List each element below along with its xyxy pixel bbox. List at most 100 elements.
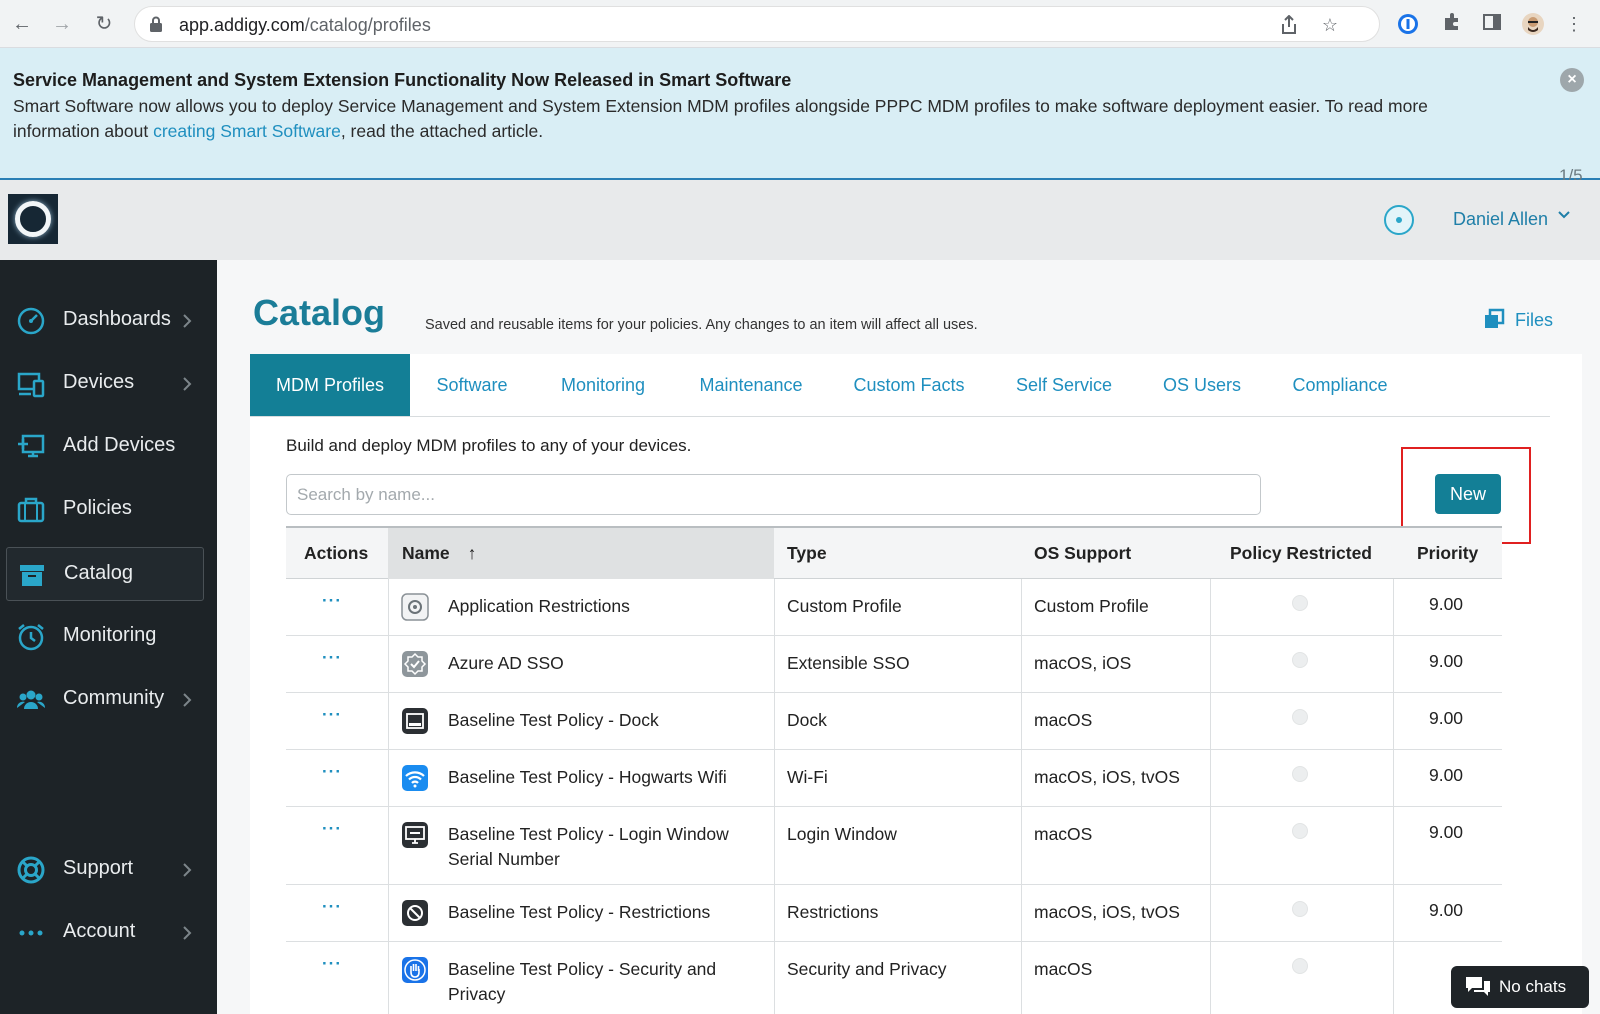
devices-icon	[17, 372, 45, 398]
dock-icon	[402, 708, 428, 734]
column-divider	[1210, 693, 1211, 749]
tab-bar: MDM Profiles Software Monitoring Mainten…	[250, 354, 1550, 417]
browser-menu-icon[interactable]: ⋮	[1562, 12, 1586, 36]
table-row[interactable]: ··· Baseline Test Policy - Hogwarts Wifi…	[286, 750, 1502, 807]
row-actions-menu[interactable]: ···	[322, 648, 342, 668]
row-actions-menu[interactable]: ···	[322, 705, 342, 725]
sidebar-item-add-devices[interactable]: Add Devices	[6, 420, 204, 474]
column-divider	[774, 693, 775, 749]
column-policy-restricted[interactable]: Policy Restricted	[1230, 528, 1372, 579]
logo[interactable]	[8, 194, 58, 244]
row-priority: 9.00	[1428, 822, 1464, 842]
row-name[interactable]: Azure AD SSO	[448, 651, 564, 676]
tab-os-users[interactable]: OS Users	[1140, 354, 1264, 416]
side-panel-icon[interactable]	[1480, 12, 1504, 36]
user-menu[interactable]: Daniel Allen	[1453, 209, 1548, 230]
briefcase-icon	[17, 497, 45, 523]
row-name[interactable]: Application Restrictions	[448, 594, 630, 619]
tab-self-service[interactable]: Self Service	[988, 354, 1140, 416]
extensions-icon[interactable]	[1440, 12, 1464, 36]
row-name[interactable]: Baseline Test Policy - Dock	[448, 708, 659, 733]
table-row[interactable]: ··· Baseline Test Policy - Restrictions …	[286, 885, 1502, 942]
column-divider	[1210, 636, 1211, 692]
app-header: Daniel Allen	[0, 180, 1600, 260]
address-bar[interactable]: app.addigy.com/catalog/profiles ☆	[134, 6, 1380, 42]
column-type[interactable]: Type	[787, 528, 827, 579]
row-actions-menu[interactable]: ···	[322, 819, 342, 839]
sidebar-item-dashboards[interactable]: Dashboards	[6, 294, 204, 348]
row-actions-menu[interactable]: ···	[322, 897, 342, 917]
tab-monitoring[interactable]: Monitoring	[534, 354, 672, 416]
chat-label: No chats	[1499, 977, 1567, 996]
row-name[interactable]: Baseline Test Policy - Login Window Seri…	[448, 822, 758, 872]
password-manager-icon[interactable]	[1396, 12, 1420, 36]
close-icon[interactable]: ×	[1560, 68, 1584, 92]
row-os-support: macOS	[1034, 959, 1093, 979]
wifi-icon	[402, 765, 428, 791]
sidebar-item-account[interactable]: Account	[6, 906, 204, 960]
chevron-right-icon	[183, 926, 192, 940]
chat-widget[interactable]: No chats	[1451, 966, 1589, 1008]
row-priority: 9.00	[1428, 708, 1464, 728]
row-actions-menu[interactable]: ···	[322, 762, 342, 782]
status-indicator-icon[interactable]	[1384, 205, 1414, 235]
back-icon[interactable]: ←	[8, 10, 36, 38]
column-divider	[1210, 579, 1211, 635]
column-divider	[1210, 750, 1211, 806]
chevron-down-icon[interactable]	[1557, 208, 1571, 222]
column-name-label: Name	[402, 543, 450, 563]
row-actions-menu[interactable]: ···	[322, 591, 342, 611]
sidebar-item-catalog[interactable]: Catalog	[6, 547, 204, 601]
row-type: Extensible SSO	[787, 653, 910, 673]
row-actions-menu[interactable]: ···	[322, 954, 342, 974]
chevron-right-icon	[183, 863, 192, 877]
profile-avatar-icon[interactable]	[1521, 12, 1545, 36]
login-window-icon	[402, 822, 428, 848]
sidebar-item-devices[interactable]: Devices	[6, 357, 204, 411]
policy-restricted-indicator	[1292, 766, 1308, 782]
row-type: Wi-Fi	[787, 767, 828, 787]
main-content: Catalog Saved and reusable items for you…	[217, 260, 1600, 1014]
table-row[interactable]: ··· Baseline Test Policy - Security and …	[286, 942, 1502, 1014]
row-priority: 9.00	[1428, 900, 1464, 920]
sidebar-item-support[interactable]: Support	[6, 843, 204, 897]
table-row[interactable]: ··· Baseline Test Policy - Login Window …	[286, 807, 1502, 885]
forward-icon[interactable]: →	[48, 10, 76, 38]
row-priority: 9.00	[1428, 594, 1464, 614]
sidebar-item-monitoring[interactable]: Monitoring	[6, 610, 204, 664]
row-type: Security and Privacy	[787, 959, 947, 979]
policy-restricted-indicator	[1292, 652, 1308, 668]
restrictions-icon	[402, 900, 428, 926]
people-icon	[16, 690, 46, 709]
table-row[interactable]: ··· Baseline Test Policy - Dock Dock mac…	[286, 693, 1502, 750]
sidebar-item-label: Account	[63, 920, 136, 942]
verified-badge-icon	[402, 651, 428, 677]
tab-compliance[interactable]: Compliance	[1264, 354, 1416, 416]
sidebar-item-community[interactable]: Community	[6, 673, 204, 727]
search-input[interactable]	[286, 474, 1261, 515]
row-name[interactable]: Baseline Test Policy - Restrictions	[448, 900, 710, 925]
tab-mdm-profiles[interactable]: MDM Profiles	[250, 354, 410, 416]
column-divider	[1210, 885, 1211, 941]
table-row[interactable]: ··· Application Restrictions Custom Prof…	[286, 579, 1502, 636]
table-row[interactable]: ··· Azure AD SSO Extensible SSO macOS, i…	[286, 636, 1502, 693]
lifebuoy-icon	[17, 856, 45, 884]
row-type: Custom Profile	[787, 596, 902, 616]
share-icon[interactable]	[1278, 14, 1300, 37]
sidebar-item-policies[interactable]: Policies	[6, 483, 204, 537]
row-os-support: macOS, iOS, tvOS	[1034, 767, 1180, 787]
row-name[interactable]: Baseline Test Policy - Security and Priv…	[448, 957, 758, 1007]
row-name[interactable]: Baseline Test Policy - Hogwarts Wifi	[448, 765, 727, 790]
files-icon	[1485, 308, 1505, 328]
column-divider	[388, 885, 389, 941]
column-os-support[interactable]: OS Support	[1034, 528, 1131, 579]
tab-custom-facts[interactable]: Custom Facts	[830, 354, 988, 416]
tab-software[interactable]: Software	[410, 354, 534, 416]
column-divider	[1021, 942, 1022, 1014]
banner-link[interactable]: creating Smart Software	[153, 121, 341, 141]
tab-maintenance[interactable]: Maintenance	[672, 354, 830, 416]
column-priority[interactable]: Priority	[1417, 528, 1478, 579]
bookmark-star-icon[interactable]: ☆	[1319, 15, 1341, 37]
column-name[interactable]: Name ↑	[388, 528, 774, 579]
reload-icon[interactable]: ↻	[90, 10, 118, 38]
